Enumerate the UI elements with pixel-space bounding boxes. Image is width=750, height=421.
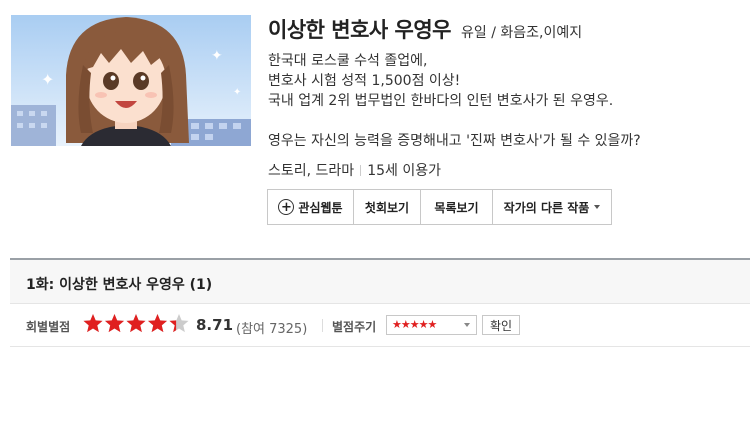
other-works-button[interactable]: 작가의 다른 작품 — [493, 189, 612, 225]
webtoon-description: 한국대 로스쿨 수석 졸업에, 변호사 시험 성적 1,500점 이상! 국내 … — [268, 51, 738, 151]
other-works-label: 작가의 다른 작품 — [503, 200, 590, 215]
list-button[interactable]: 목록보기 — [421, 189, 493, 225]
plus-circle-icon: + — [278, 199, 295, 215]
star-filled-icon — [104, 314, 125, 333]
webtoon-authors[interactable]: 유일 / 화음조,이예지 — [461, 22, 582, 42]
webtoon-thumbnail: ✦ ✦ ✦ — [11, 15, 251, 146]
action-buttons: + 관심웹툰 첫회보기 목록보기 작가의 다른 작품 — [267, 189, 612, 225]
title-row: 이상한 변호사 우영우 유일 / 화음조,이예지 — [268, 14, 582, 44]
confirm-button[interactable]: 확인 — [482, 315, 520, 335]
genre-row: 스토리, 드라마 15세 이용가 — [268, 160, 441, 180]
rating-stars — [83, 314, 189, 333]
description-line: 한국대 로스쿨 수석 졸업에, — [268, 53, 428, 69]
episode-rating-row: 회별별점 8.71 (참여 7325) 별점주기 ★★★★★ 확인 — [10, 304, 750, 347]
svg-text:✦: ✦ — [41, 70, 54, 89]
first-episode-button[interactable]: 첫회보기 — [354, 189, 421, 225]
star-filled-icon — [83, 314, 103, 333]
divider — [322, 319, 323, 332]
favorite-button[interactable]: + 관심웹툰 — [267, 189, 354, 225]
rating-participants: (참여 7325) — [236, 322, 308, 337]
genre: 스토리, 드라마 — [268, 163, 355, 179]
my-rating-label: 별점주기 — [332, 320, 377, 334]
episode-title: 1화: 이상한 변호사 우영우 (1) — [26, 277, 213, 293]
caret-down-icon — [594, 205, 601, 209]
star-filled-icon — [126, 314, 146, 333]
my-rating-select[interactable]: ★★★★★ — [386, 315, 477, 335]
favorite-label: 관심웹툰 — [298, 200, 343, 215]
episode-section: 1화: 이상한 변호사 우영우 (1) 회별별점 8.71 (참여 7325) … — [10, 258, 750, 348]
star-filled-icon — [147, 314, 168, 333]
svg-text:✦: ✦ — [211, 48, 223, 64]
dropdown-arrow-icon — [464, 323, 470, 327]
rating-label: 회별별점 — [26, 320, 71, 334]
description-line: 변호사 시험 성적 1,500점 이상! — [268, 73, 461, 89]
episode-header: 1화: 이상한 변호사 우영우 (1) — [10, 260, 750, 304]
my-rating-value: ★★★★★ — [392, 318, 437, 331]
description-line: 국내 업계 2위 법무법인 한바다의 인턴 변호사가 된 우영우. — [268, 93, 614, 109]
webtoon-title: 이상한 변호사 우영우 — [268, 18, 452, 42]
description-line: 영우는 자신의 능력을 증명해내고 '진짜 변호사'가 될 수 있을까? — [268, 133, 641, 149]
divider — [360, 165, 362, 176]
svg-text:✦: ✦ — [233, 87, 241, 98]
rating-score: 8.71 — [196, 316, 234, 334]
age-rating: 15세 이용가 — [367, 163, 441, 179]
